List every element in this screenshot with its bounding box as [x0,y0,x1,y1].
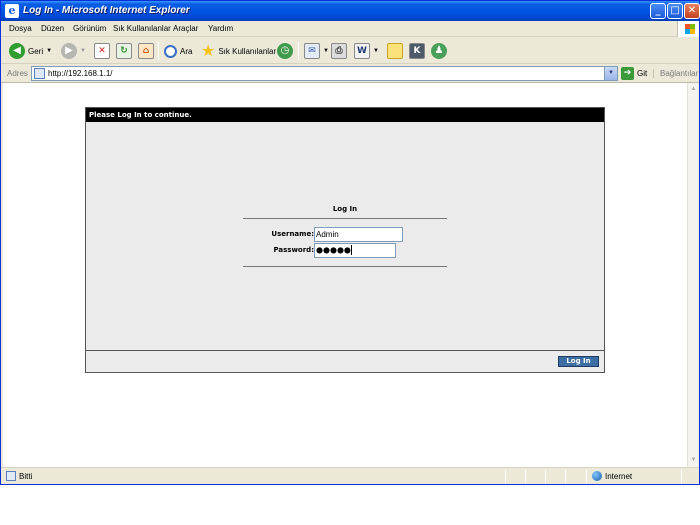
text-caret [350,245,352,255]
scroll-up-icon[interactable]: ▲ [688,84,699,95]
divider [243,218,447,219]
toolbar-separator [158,42,159,60]
status-divider [545,470,546,483]
search-icon [164,44,177,58]
toolbar-separator [298,42,299,60]
windows-logo-icon [677,21,699,37]
back-icon: ◀ [9,43,25,59]
login-title: Log In [332,205,358,213]
footer-divider [86,350,604,351]
password-label: Password: [273,246,314,254]
menu-favorites[interactable]: Sık Kullanılanlar [113,24,171,33]
status-divider [525,470,526,483]
refresh-button[interactable]: ↻ [116,42,132,60]
messenger-icon: ♟ [431,43,447,59]
go-icon: ➔ [621,67,634,80]
print-button[interactable]: ⎙ [331,42,347,60]
back-label: Geri [28,46,44,56]
favorites-button[interactable]: ★ Sık Kullanılanlar [201,42,276,60]
address-url[interactable]: http://192.168.1.1/ [48,69,113,78]
window-title: Log In - Microsoft Internet Explorer [23,5,190,16]
title-bar[interactable]: e Log In - Microsoft Internet Explorer _… [1,1,700,21]
messenger-button[interactable]: ♟ [431,42,447,60]
status-divider [505,470,506,483]
chevron-down-icon[interactable]: ▼ [604,67,617,80]
ie-icon: e [5,4,19,18]
browser-window: e Log In - Microsoft Internet Explorer _… [0,0,700,485]
home-button[interactable]: ⌂ [138,42,154,60]
panel-header: Please Log In to continue. [86,108,604,122]
page-icon [34,68,45,79]
go-label: Git [637,69,648,78]
toolbar: ◀ Geri ▼ ▶ ▼ ✕ ↻ ⌂ Ara ★ Sık Kullanılanl… [1,38,699,64]
menu-view[interactable]: Görünüm [73,24,106,33]
status-bar: Bitti Internet [1,467,699,484]
login-button[interactable]: Log In [558,356,599,367]
chevron-down-icon[interactable]: ▼ [80,48,86,54]
search-button[interactable]: Ara [164,42,192,60]
chevron-down-icon[interactable]: ▼ [46,48,52,54]
notes-button[interactable] [387,42,403,60]
close-button[interactable]: ✕ [684,3,700,19]
k-button[interactable]: K [409,42,425,60]
history-button[interactable]: ◷ [277,42,293,60]
mail-button[interactable]: ✉ ▼ [304,42,329,60]
status-divider [565,470,566,483]
address-bar: Adres http://192.168.1.1/ ▼ ➔ Git Bağlan… [1,65,699,83]
search-label: Ara [180,46,193,56]
maximize-button[interactable]: □ [667,3,683,19]
menu-help[interactable]: Yardım [208,24,233,33]
print-icon: ⎙ [331,43,347,59]
menu-tools[interactable]: Araçlar [173,24,198,33]
password-mask: ●●●●● [316,245,351,255]
mail-icon: ✉ [304,43,320,59]
username-input[interactable]: Admin [314,227,403,242]
chevron-down-icon[interactable]: ▼ [373,48,379,54]
forward-icon: ▶ [61,43,77,59]
page-done-icon [6,471,16,481]
links-button[interactable]: Bağlantılar [653,69,698,78]
chevron-down-icon[interactable]: ▼ [323,48,329,54]
history-icon: ◷ [277,43,293,59]
favorites-icon: ★ [201,41,216,60]
notes-icon [387,43,403,59]
menu-file[interactable]: Dosya [9,24,32,33]
back-button[interactable]: ◀ Geri ▼ [9,42,52,60]
stop-button[interactable]: ✕ [94,42,110,60]
word-icon: W [354,43,370,59]
k-icon: K [409,43,425,59]
go-button[interactable]: ➔ Git [621,67,647,80]
minimize-button[interactable]: _ [650,3,666,19]
home-icon: ⌂ [138,43,154,59]
address-label: Adres [7,69,28,78]
status-divider [681,470,682,483]
menu-bar: Dosya Düzen Görünüm Sık Kullanılanlar Ar… [1,21,699,37]
refresh-icon: ↻ [116,43,132,59]
forward-button[interactable]: ▶ ▼ [61,42,86,60]
divider [243,266,447,267]
favorites-label: Sık Kullanılanlar [218,46,277,56]
page-content: Please Log In to continue. Log In Userna… [3,83,687,467]
scroll-down-icon[interactable]: ▼ [688,455,699,466]
vertical-scrollbar[interactable]: ▲ ▼ [687,83,699,467]
status-text: Bitti [19,472,33,481]
menu-edit[interactable]: Düzen [41,24,64,33]
address-input[interactable]: http://192.168.1.1/ ▼ [31,66,618,81]
globe-icon [592,471,602,481]
stop-icon: ✕ [94,43,110,59]
password-input[interactable]: ●●●●● [314,243,396,258]
username-label: Username: [271,230,314,238]
login-panel: Please Log In to continue. Log In Userna… [85,107,605,373]
status-divider [586,470,587,483]
security-zone: Internet [605,472,633,481]
edit-word-button[interactable]: W ▼ [354,42,379,60]
